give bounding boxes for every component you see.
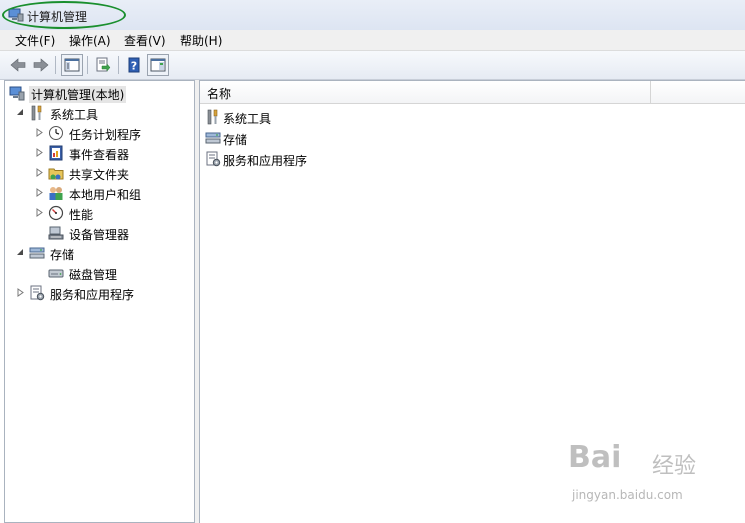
action-pane-button[interactable] (147, 54, 169, 76)
show-hide-tree-button[interactable] (61, 54, 83, 76)
column-header-name[interactable]: 名称 (200, 81, 745, 104)
computer-management-icon (9, 86, 25, 101)
tree-item-label: 系统工具 (50, 108, 99, 122)
tree-item-performance[interactable]: 性能 (5, 203, 194, 223)
expand-arrow-icon[interactable] (35, 188, 44, 197)
expand-arrow-icon[interactable] (35, 128, 44, 137)
tree-item-task-scheduler[interactable]: 任务计划程序 (5, 123, 194, 143)
expand-arrow-icon[interactable] (35, 208, 44, 217)
forward-arrow-icon (33, 58, 49, 72)
users-icon (49, 187, 63, 200)
tree-item-shared-folders[interactable]: 共享文件夹 (5, 163, 194, 183)
tree-item-label: 服务和应用程序 (50, 288, 135, 302)
tree-item-disk-management[interactable]: 磁盘管理 (5, 263, 194, 283)
export-list-button[interactable] (92, 54, 114, 76)
help-icon: ? (128, 57, 140, 73)
tree-item-label: 性能 (69, 208, 94, 222)
list-item-label: 服务和应用程序 (223, 154, 308, 168)
tree-item-storage[interactable]: 存储 (5, 243, 194, 263)
tree-item-computer-management[interactable]: 计算机管理(本地) (5, 83, 194, 103)
expand-arrow-icon[interactable] (35, 168, 44, 177)
menu-bar: 文件(F) 操作(A) 查看(V) 帮助(H) (0, 30, 745, 51)
tree-item-label: 任务计划程序 (69, 128, 142, 142)
column-divider[interactable] (650, 81, 651, 103)
list-item-label: 系统工具 (223, 112, 272, 126)
services-icon (206, 151, 221, 167)
storage-icon (205, 132, 221, 144)
watermark-brand: Bai (568, 440, 622, 475)
collapse-arrow-icon[interactable] (16, 248, 25, 257)
tree-item-device-manager[interactable]: 设备管理器 (5, 223, 194, 243)
expand-arrow-icon[interactable] (16, 288, 25, 297)
menu-help[interactable]: 帮助(H) (180, 32, 222, 49)
toolbar-separator (118, 56, 119, 74)
svg-text:?: ? (131, 60, 137, 73)
tree-item-label: 事件查看器 (69, 148, 130, 162)
menu-view[interactable]: 查看(V) (124, 32, 166, 49)
performance-gauge-icon (48, 205, 64, 221)
tree-item-label: 存储 (50, 248, 75, 262)
services-icon (30, 285, 45, 301)
title-bar: 计算机管理 (0, 0, 745, 30)
toolbar-separator (55, 56, 56, 74)
expand-arrow-icon[interactable] (35, 148, 44, 157)
watermark-url: jingyan.baidu.com (572, 488, 683, 502)
tree-item-system-tools[interactable]: 系统工具 (5, 103, 194, 123)
action-pane-icon (150, 58, 166, 72)
tree-item-local-users-groups[interactable]: 本地用户和组 (5, 183, 194, 203)
toolbar-separator (87, 56, 88, 74)
device-manager-icon (48, 226, 64, 240)
computer-management-icon (8, 8, 24, 22)
back-button[interactable] (7, 54, 29, 76)
navigation-tree: 计算机管理(本地) 系统工具 任务计划程序 事件查看器 共享文件夹 本地用户和组… (4, 80, 195, 523)
tree-item-label: 设备管理器 (69, 228, 130, 242)
list-item-label: 存储 (223, 133, 248, 147)
forward-button[interactable] (30, 54, 52, 76)
watermark-brand-suffix: 经验 (652, 454, 697, 479)
tools-icon (207, 109, 218, 125)
collapse-arrow-icon[interactable] (16, 108, 25, 117)
menu-action[interactable]: 操作(A) (69, 32, 111, 49)
shared-folder-icon (48, 168, 64, 180)
show-hide-tree-icon (64, 58, 80, 72)
toolbar: ? (0, 51, 745, 80)
tree-item-services-applications[interactable]: 服务和应用程序 (5, 283, 194, 303)
back-arrow-icon (10, 58, 26, 72)
column-title: 名称 (207, 87, 232, 101)
tree-item-label: 磁盘管理 (69, 268, 118, 282)
tree-item-label: 本地用户和组 (69, 188, 142, 202)
clock-icon (49, 126, 63, 140)
baidu-watermark: Bai 经验 jingyan.baidu.com (568, 440, 708, 510)
storage-icon (29, 247, 45, 259)
event-viewer-icon (49, 145, 63, 161)
tree-item-event-viewer[interactable]: 事件查看器 (5, 143, 194, 163)
menu-file[interactable]: 文件(F) (15, 32, 55, 49)
window-title: 计算机管理 (27, 10, 88, 24)
help-button[interactable]: ? (123, 54, 145, 76)
tools-icon (31, 105, 42, 121)
tree-item-label: 计算机管理(本地) (29, 86, 127, 103)
export-list-icon (96, 57, 111, 72)
tree-item-label: 共享文件夹 (69, 168, 130, 182)
disk-management-icon (48, 269, 64, 278)
